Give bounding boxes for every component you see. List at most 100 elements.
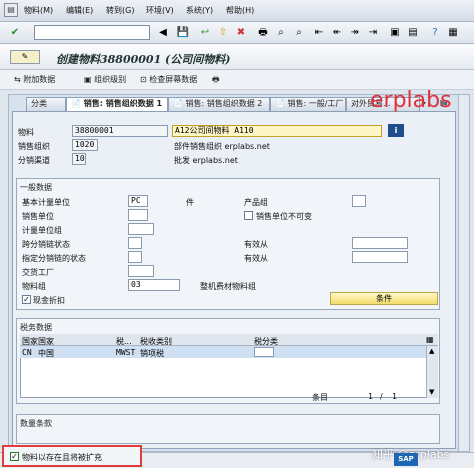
- division-label: 产品组: [244, 198, 268, 207]
- valid-from-field-2[interactable]: [352, 251, 408, 263]
- print-icon[interactable]: 🖶: [256, 26, 270, 40]
- entry-label: 条目: [312, 393, 328, 402]
- menu-system[interactable]: 系统(Y): [186, 5, 213, 16]
- dist-channel-field[interactable]: 10: [72, 153, 86, 165]
- tab-sales-org-2[interactable]: 📄 销售: 销售组织数据 2: [168, 97, 270, 111]
- quantity-title: 数量条款: [20, 419, 52, 428]
- sales-org-field[interactable]: 1020: [72, 139, 98, 151]
- last-page-icon[interactable]: ⇥: [366, 26, 380, 40]
- layout-icon[interactable]: ▦: [446, 26, 460, 40]
- tab-classification[interactable]: 分类: [26, 97, 66, 111]
- xdist-status-label: 跨分销链状态: [22, 240, 70, 249]
- menu-bar: ▤ 物料(M) 编辑(E) 转到(G) 环境(V) 系统(Y) 帮助(H): [0, 0, 474, 22]
- additional-data-label: 附加数据: [23, 75, 56, 84]
- standard-toolbar: ✔ ◀ 💾 ↩ ⇧ ✖ 🖶 ⌕ ⌕ ⇤ ↞ ↠ ⇥ ▣ ▤ ? ▦: [0, 22, 474, 44]
- menu-help[interactable]: 帮助(H): [226, 5, 254, 16]
- command-field[interactable]: [34, 25, 150, 40]
- find-next-icon[interactable]: ⌕: [292, 26, 306, 40]
- row-tax-class-field[interactable]: [254, 347, 274, 357]
- material-group-field[interactable]: 03: [128, 279, 180, 291]
- delivering-plant-label: 交货工厂: [22, 268, 54, 277]
- quantity-group: [16, 414, 440, 444]
- page-title: 创建物料38800001 (公司间物料): [56, 53, 231, 66]
- next-page-icon[interactable]: ↠: [348, 26, 362, 40]
- exit-icon[interactable]: ⇧: [216, 26, 230, 40]
- valid-from-label-2: 有效从: [244, 254, 268, 263]
- pencil-icon[interactable]: ✎: [10, 50, 40, 64]
- scroll-up-icon[interactable]: ▲: [429, 347, 434, 355]
- uom-group-field[interactable]: [128, 223, 154, 235]
- find-icon[interactable]: ⌕: [274, 26, 288, 40]
- delivering-plant-field[interactable]: [128, 265, 154, 277]
- extend-checkbox[interactable]: ✓: [10, 452, 19, 461]
- check-screen-data-button[interactable]: ⊡ 检查屏幕数据: [140, 74, 197, 85]
- scroll-down-icon[interactable]: ▼: [429, 388, 434, 396]
- tax-data-title: 税务数据: [20, 323, 52, 332]
- menu-edit[interactable]: 编辑(E): [66, 5, 93, 16]
- menu-icon[interactable]: ▤: [4, 3, 18, 17]
- menu-goto[interactable]: 转到(G): [106, 5, 134, 16]
- menu-environment[interactable]: 环境(V): [146, 5, 174, 16]
- conditions-button[interactable]: 条件: [330, 292, 438, 305]
- valid-from-label-1: 有效从: [244, 240, 268, 249]
- division-field[interactable]: [352, 195, 366, 207]
- org-levels-button[interactable]: ▣ 组织级别: [84, 74, 126, 85]
- sap-logo: SAP: [394, 453, 418, 466]
- row-country: CN: [22, 348, 32, 357]
- sales-unit-not-var-label: 销售单位不可变: [256, 212, 312, 221]
- base-uom-label: 基本计量单位: [22, 198, 70, 207]
- green-arrow-icon[interactable]: ↩: [198, 26, 212, 40]
- shortcut-icon[interactable]: ▤: [406, 26, 420, 40]
- dist-channel-desc: 批发 erplabs.net: [174, 156, 238, 165]
- tab-sales-general-plant[interactable]: 📄 销售: 一般/工厂: [270, 97, 346, 111]
- menu-material[interactable]: 物料(M): [24, 5, 53, 16]
- material-field[interactable]: 38800001: [72, 125, 168, 137]
- tax-table-header: [20, 334, 438, 346]
- table-settings-icon[interactable]: ▦: [426, 335, 434, 344]
- print-small-icon[interactable]: 🖶: [212, 74, 220, 88]
- base-uom-unit: 件: [186, 198, 194, 207]
- row-tax-cat: MWST: [116, 348, 136, 357]
- application-toolbar: ⇆ 附加数据 ▣ 组织级别 ⊡ 检查屏幕数据 🖶: [0, 70, 474, 90]
- tab-sales-org-1[interactable]: 📄 销售: 销售组织数据 1: [66, 97, 168, 112]
- row-tax-cat-desc: 销项税: [140, 349, 164, 358]
- sales-unit-label: 销售单位: [22, 212, 54, 221]
- new-session-icon[interactable]: ▣: [388, 26, 402, 40]
- enter-icon[interactable]: ✔: [8, 26, 22, 40]
- sales-unit-not-var-checkbox[interactable]: [244, 211, 253, 220]
- table-row[interactable]: [20, 346, 438, 358]
- prev-page-icon[interactable]: ↞: [330, 26, 344, 40]
- sales-org-desc: 部件销售组织 erplabs.net: [174, 142, 270, 151]
- erplabs-watermark: erplabs: [370, 88, 452, 113]
- general-data-title: 一般数据: [20, 183, 52, 192]
- extend-checkbox-label: 物料以存在且将被扩充: [22, 453, 102, 462]
- title-bar: ✎ 创建物料38800001 (公司间物料): [0, 44, 474, 70]
- cash-discount-checkbox[interactable]: ✓: [22, 295, 31, 304]
- back-icon[interactable]: ◀: [156, 26, 170, 40]
- dist-channel-label: 分销渠道: [18, 156, 50, 165]
- org-levels-label: 组织级别: [94, 75, 127, 84]
- entry-separator: /: [380, 392, 383, 401]
- material-description-field[interactable]: A12公司间物料 A110: [172, 125, 382, 137]
- first-page-icon[interactable]: ⇤: [312, 26, 326, 40]
- dist-status-label: 指定分销链的状态: [22, 254, 86, 263]
- entry-total: 1: [392, 392, 398, 401]
- help-icon[interactable]: ?: [428, 26, 442, 40]
- uom-group-label: 计量单位组: [22, 226, 62, 235]
- sales-unit-field[interactable]: [128, 209, 148, 221]
- material-group-label: 物料组: [22, 282, 46, 291]
- tab-sales-general-plant-label: 销售: 一般/工厂: [287, 99, 344, 108]
- vertical-scrollbar[interactable]: [458, 94, 470, 452]
- tab-sales-org-2-label: 销售: 销售组织数据 2: [185, 99, 263, 108]
- valid-from-field-1[interactable]: [352, 237, 408, 249]
- additional-data-button[interactable]: ⇆ 附加数据: [14, 74, 55, 85]
- cancel-icon[interactable]: ✖: [234, 26, 248, 40]
- base-uom-field[interactable]: PC: [128, 195, 148, 207]
- dist-status-field[interactable]: [128, 251, 142, 263]
- info-icon[interactable]: i: [388, 124, 404, 137]
- check-screen-data-label: 检查屏幕数据: [149, 75, 198, 84]
- xdist-status-field[interactable]: [128, 237, 142, 249]
- material-label: 物料: [18, 128, 34, 137]
- save-icon[interactable]: 💾: [176, 26, 190, 40]
- cash-discount-label: 现金折扣: [33, 296, 65, 305]
